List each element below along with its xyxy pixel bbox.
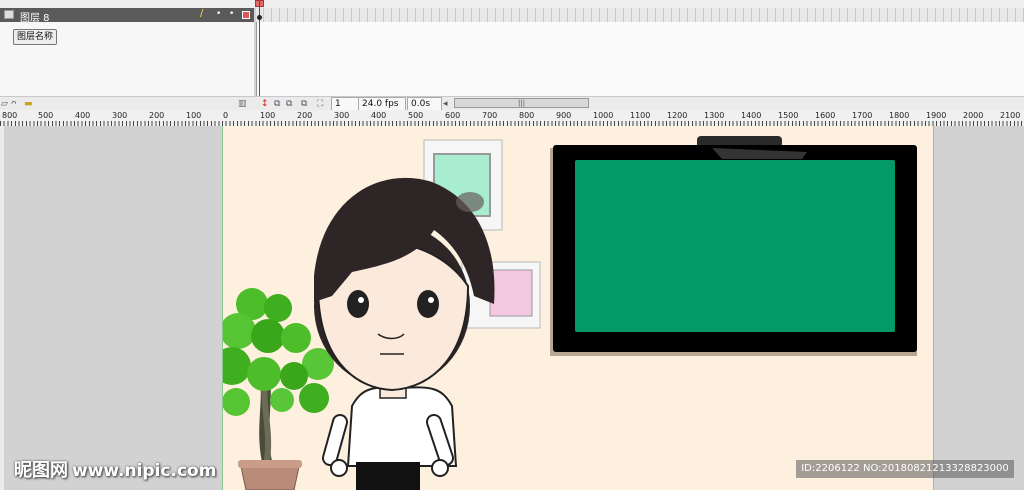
cartoon-boy bbox=[314, 177, 495, 490]
ruler-label: 900 bbox=[556, 111, 572, 120]
layer-name-tooltip: 图层名称 bbox=[13, 29, 58, 45]
watermark-brand: 昵图网 bbox=[14, 460, 68, 481]
add-layer-icon[interactable]: ▱ bbox=[1, 98, 8, 110]
folder-icon[interactable]: ▬ bbox=[24, 98, 33, 110]
watermark: 昵图网 www.nipic.com bbox=[14, 456, 216, 482]
ruler-label: 400 bbox=[371, 111, 387, 120]
add-guide-icon[interactable]: ᴖ bbox=[11, 98, 17, 110]
ruler-label: 200 bbox=[149, 111, 165, 120]
frame-rate-field[interactable]: 24.0 fps bbox=[358, 97, 406, 111]
ruler-label: 1700 bbox=[852, 111, 873, 120]
ruler-label: 1600 bbox=[815, 111, 836, 120]
ruler-label: 1100 bbox=[630, 111, 651, 120]
outline-square-icon[interactable] bbox=[242, 11, 250, 19]
ruler-label: 600 bbox=[445, 111, 461, 120]
scroll-left-icon[interactable]: ◂ bbox=[443, 98, 448, 110]
cartoon-artwork bbox=[222, 136, 917, 490]
ruler-label: 800 bbox=[2, 111, 18, 120]
ruler-label: 100 bbox=[260, 111, 276, 120]
stage-canvas[interactable] bbox=[222, 126, 933, 490]
ruler-label: 1200 bbox=[667, 111, 688, 120]
current-frame-field: 1 bbox=[331, 97, 361, 111]
tv-illustration bbox=[550, 136, 917, 356]
ruler-label: 1500 bbox=[778, 111, 799, 120]
center-frame-icon[interactable]: ↕ bbox=[261, 98, 269, 110]
layer-row-selected[interactable]: 图层 8 / • • bbox=[0, 8, 254, 24]
keyframe-dot[interactable] bbox=[257, 15, 262, 20]
visibility-dot-icon[interactable]: • bbox=[216, 9, 221, 19]
trash-icon[interactable]: ▥ bbox=[238, 98, 247, 110]
vertical-ruler bbox=[0, 126, 4, 490]
ruler-label: 400 bbox=[75, 111, 91, 120]
ruler-label: 1300 bbox=[704, 111, 725, 120]
ruler-label: 800 bbox=[519, 111, 535, 120]
ruler-label: 2100 bbox=[1000, 111, 1021, 120]
stage-border-left bbox=[222, 126, 223, 490]
modify-markers-icon[interactable]: ⛶ bbox=[317, 98, 323, 110]
frame-cells[interactable] bbox=[256, 8, 1024, 22]
ruler-label: 700 bbox=[482, 111, 498, 120]
pencil-icon: / bbox=[200, 8, 204, 19]
edit-multiple-frames-icon[interactable]: ⧉ bbox=[301, 98, 307, 110]
ruler-label: 300 bbox=[334, 111, 350, 120]
ruler-label: 1400 bbox=[741, 111, 762, 120]
elapsed-time-field: 0.0s bbox=[407, 97, 442, 111]
ruler-label: 1800 bbox=[889, 111, 910, 120]
horizontal-ruler: 800 500 400 300 200 100 0 100 200 300 40… bbox=[0, 110, 1024, 127]
timeline-scrollbar[interactable]: ||| bbox=[454, 98, 589, 108]
ruler-label: 1900 bbox=[926, 111, 947, 120]
layer-type-icon bbox=[4, 10, 14, 19]
watermark-url: www.nipic.com bbox=[72, 461, 217, 481]
lock-dot-icon[interactable]: • bbox=[229, 9, 234, 19]
scroll-grip-icon[interactable]: ||| bbox=[518, 99, 525, 108]
image-id-badge: ID:2206122 NO:20180821213328823000 bbox=[796, 460, 1014, 478]
onion-skin-icon[interactable]: ⧉ bbox=[274, 98, 280, 110]
ruler-label: 300 bbox=[112, 111, 128, 120]
stage-border-right bbox=[933, 126, 934, 490]
ruler-label: 1000 bbox=[593, 111, 614, 120]
ruler-label: 500 bbox=[408, 111, 424, 120]
onion-outline-icon[interactable]: ⧉ bbox=[286, 98, 292, 110]
ruler-label: 100 bbox=[186, 111, 202, 120]
ruler-label: 200 bbox=[297, 111, 313, 120]
ruler-label: 2000 bbox=[963, 111, 984, 120]
ruler-label: 0 bbox=[223, 111, 229, 120]
ruler-label: 500 bbox=[38, 111, 54, 120]
